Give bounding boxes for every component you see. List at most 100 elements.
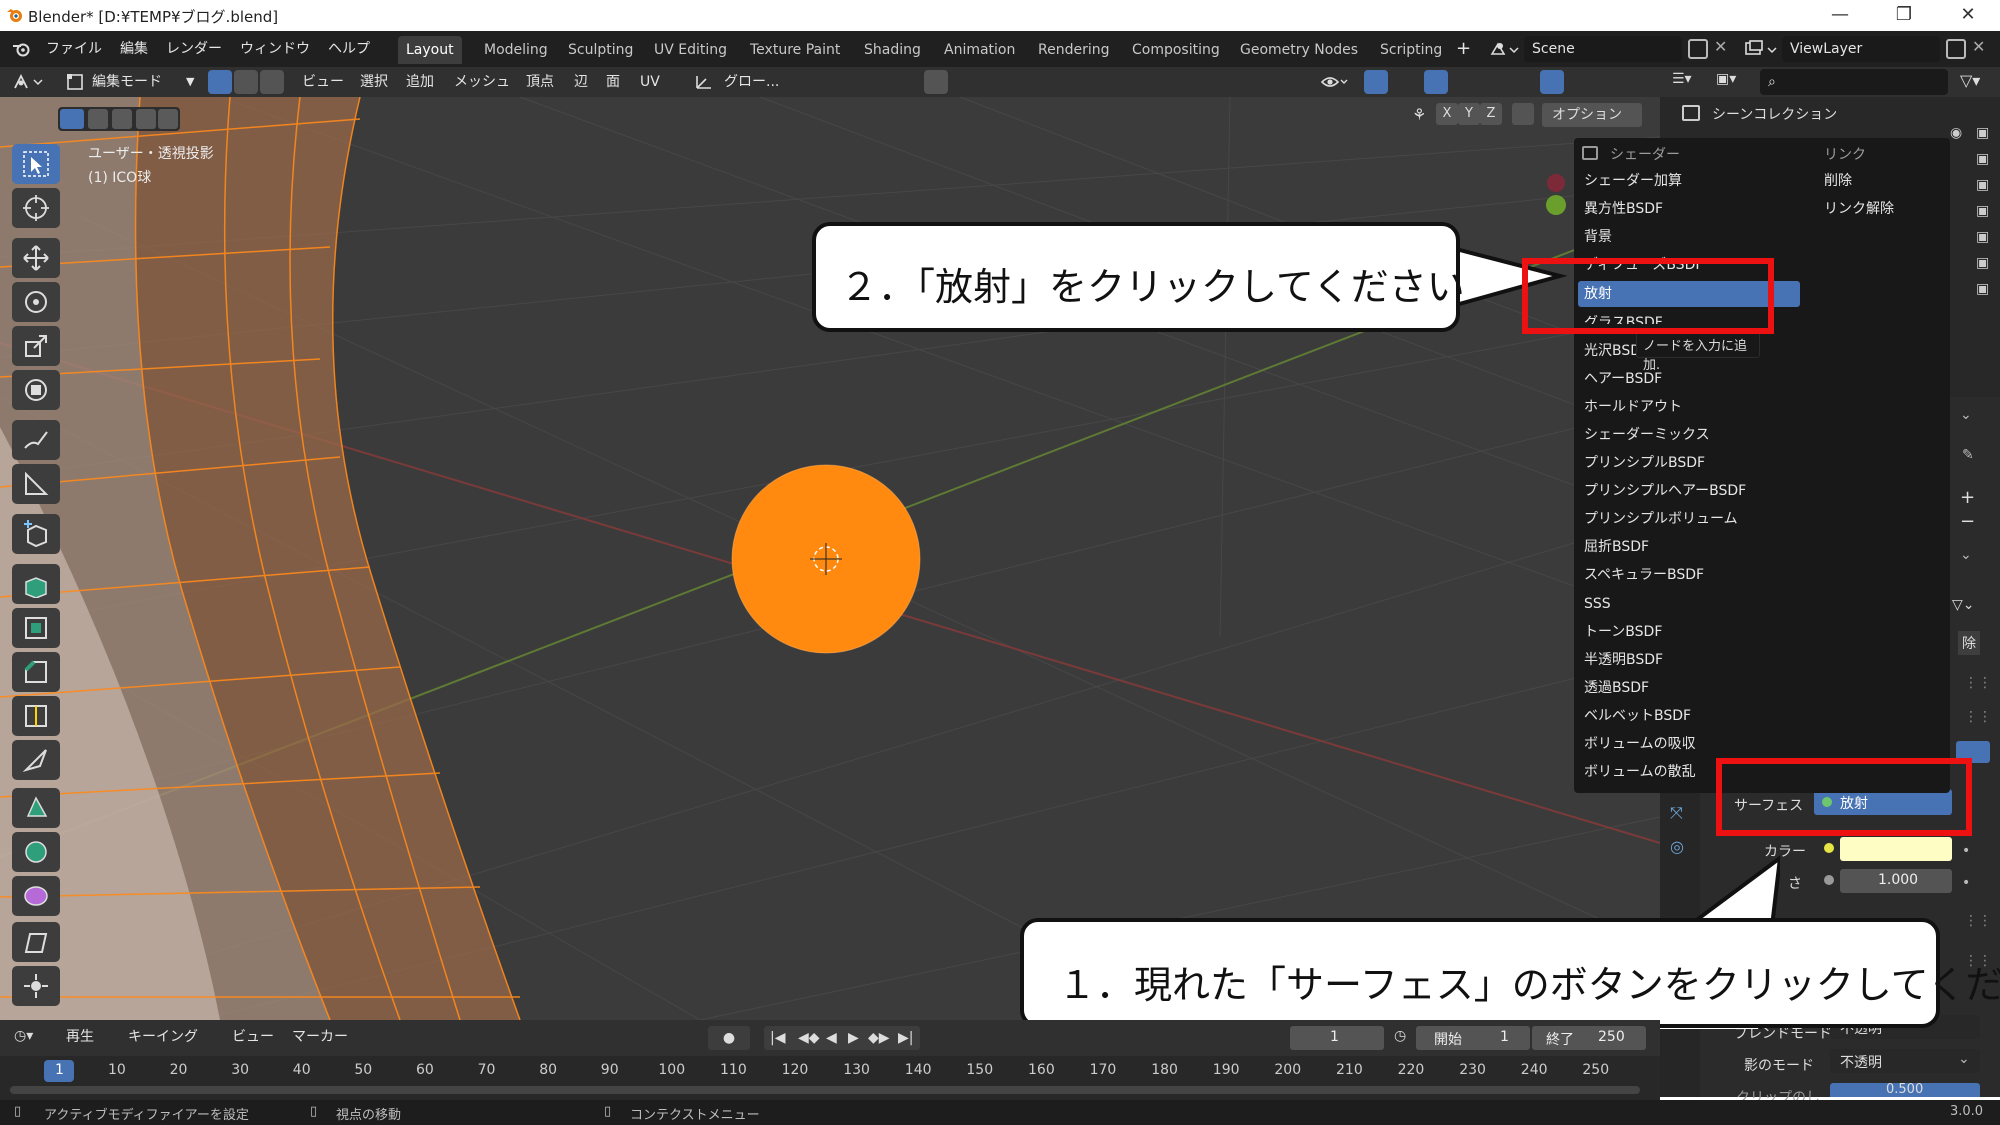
- grip-dots-icon[interactable]: ⋮⋮: [1964, 675, 1992, 691]
- face-select-button[interactable]: [260, 70, 284, 94]
- mirror-y-button[interactable]: Y: [1458, 103, 1480, 125]
- tab-layout[interactable]: Layout: [398, 36, 462, 64]
- render-camera-icon[interactable]: ▣: [1976, 203, 1989, 219]
- remove-slot-button[interactable]: −: [1960, 511, 1975, 532]
- current-frame-field[interactable]: 1: [1290, 1026, 1384, 1050]
- render-camera-icon[interactable]: ▣: [1976, 281, 1989, 297]
- restore-button[interactable]: ❐: [1876, 0, 1932, 31]
- jump-start-icon[interactable]: |◀: [770, 1026, 785, 1050]
- menu-help[interactable]: ヘルプ: [328, 31, 370, 67]
- tab-animation[interactable]: Animation: [936, 36, 1023, 64]
- grip-dots-icon[interactable]: ⋮⋮: [1964, 709, 1992, 725]
- header-menu-mesh[interactable]: メッシュ: [454, 67, 510, 97]
- smooth-tool[interactable]: [12, 876, 60, 916]
- timeline-menu-playback[interactable]: 再生: [66, 1022, 94, 1052]
- move-tool[interactable]: [12, 238, 60, 278]
- mirror-z-button[interactable]: Z: [1480, 103, 1502, 125]
- select-intersect-button[interactable]: [158, 109, 178, 129]
- add-cube-tool[interactable]: [12, 514, 60, 554]
- transform-orientation-dropdown[interactable]: グロー...: [724, 67, 779, 97]
- menu-item-anisotropic[interactable]: 異方性BSDF: [1584, 196, 1663, 222]
- end-frame-field[interactable]: 終了 250: [1532, 1026, 1646, 1050]
- bevel-tool[interactable]: [12, 652, 60, 692]
- outliner-editor-type-icon[interactable]: ☰▾: [1672, 71, 1706, 93]
- edge-select-button[interactable]: [234, 70, 258, 94]
- start-frame-field[interactable]: 開始 1: [1416, 1026, 1530, 1050]
- tab-scripting[interactable]: Scripting: [1372, 36, 1450, 64]
- extrude-tool[interactable]: [12, 564, 60, 604]
- topology-mirror-icon[interactable]: [1512, 103, 1534, 125]
- color-swatch[interactable]: [1840, 837, 1952, 861]
- menu-item-translucent[interactable]: 半透明BSDF: [1584, 647, 1663, 673]
- header-menu-uv[interactable]: UV: [640, 67, 660, 97]
- play-icon[interactable]: ▶: [848, 1026, 859, 1050]
- particles-tab-icon[interactable]: ⤧: [1670, 803, 1683, 823]
- header-menu-select[interactable]: 選択: [360, 67, 388, 97]
- shading-rendered-icon[interactable]: [1592, 70, 1616, 94]
- scene-icon[interactable]: [1490, 40, 1520, 58]
- menu-item-remove[interactable]: 削除: [1824, 168, 1852, 194]
- timeline-menu-marker[interactable]: マーカー: [292, 1022, 348, 1052]
- shadow-mode-dropdown[interactable]: 不透明 ⌄: [1830, 1049, 1980, 1073]
- tab-texture-paint[interactable]: Texture Paint: [742, 36, 848, 64]
- menu-item-toon[interactable]: トーンBSDF: [1584, 619, 1662, 645]
- menu-edit[interactable]: 編集: [120, 31, 148, 67]
- knife-tool[interactable]: [12, 740, 60, 780]
- shear-tool[interactable]: [12, 922, 60, 962]
- prev-keyframe-icon[interactable]: ◀◆: [798, 1026, 820, 1050]
- timeline-menu-view[interactable]: ビュー: [232, 1022, 274, 1052]
- menu-item-principled-hair[interactable]: プリンシプルヘアーBSDF: [1584, 478, 1746, 504]
- chevron-down-icon[interactable]: ⌄: [1960, 407, 1972, 423]
- navigation-gizmo[interactable]: [1534, 171, 1574, 227]
- loop-cut-tool[interactable]: [12, 696, 60, 736]
- spin-tool[interactable]: [12, 832, 60, 872]
- cursor-tool[interactable]: [12, 188, 60, 228]
- menu-item-disconnect[interactable]: リンク解除: [1824, 196, 1894, 222]
- menu-item-hair[interactable]: ヘアーBSDF: [1584, 366, 1662, 392]
- add-slot-button[interactable]: +: [1960, 487, 1975, 508]
- menu-item-background[interactable]: 背景: [1584, 224, 1612, 250]
- outliner-search-input[interactable]: ⌕: [1760, 69, 1948, 95]
- scene-field[interactable]: Scene: [1524, 36, 1682, 62]
- menu-render[interactable]: レンダー: [166, 31, 222, 67]
- menu-window[interactable]: ウィンドウ: [240, 31, 310, 67]
- hide-eye-icon[interactable]: ◉: [1950, 125, 1962, 141]
- shrink-fatten-tool[interactable]: [12, 966, 60, 1006]
- chevron-down-icon[interactable]: ⌄: [1960, 547, 1972, 563]
- scale-tool[interactable]: [12, 326, 60, 366]
- gizmo-toggle-button[interactable]: [1364, 70, 1388, 94]
- menu-item-principled[interactable]: プリンシプルBSDF: [1584, 450, 1705, 476]
- menu-item-refraction[interactable]: 屈折BSDF: [1584, 534, 1649, 560]
- clip-threshold-slider[interactable]: 0.500: [1830, 1083, 1980, 1097]
- play-reverse-icon[interactable]: ◀: [826, 1026, 837, 1050]
- tab-modeling[interactable]: Modeling: [476, 36, 556, 64]
- snap-target-icon[interactable]: [888, 70, 912, 94]
- render-camera-icon[interactable]: ▣: [1976, 255, 1989, 271]
- delete-scene-icon[interactable]: ✕: [1714, 37, 1727, 56]
- blender-menu-icon[interactable]: [12, 41, 32, 57]
- menu-item-holdout[interactable]: ホールドアウト: [1584, 394, 1682, 420]
- menu-file[interactable]: ファイル: [46, 31, 102, 67]
- header-menu-add[interactable]: 追加: [406, 67, 434, 97]
- timeline-editor-icon[interactable]: ◷▾: [14, 1028, 33, 1044]
- inset-tool[interactable]: [12, 608, 60, 648]
- tab-rendering[interactable]: Rendering: [1030, 36, 1118, 64]
- record-button[interactable]: ●: [708, 1026, 750, 1050]
- falloff-icon[interactable]: [952, 70, 976, 94]
- tab-compositing[interactable]: Compositing: [1124, 36, 1228, 64]
- view-layer-field[interactable]: ViewLayer: [1782, 36, 1940, 62]
- header-menu-edge[interactable]: 辺: [574, 67, 588, 97]
- menu-item-sss[interactable]: SSS: [1584, 591, 1611, 617]
- new-view-layer-icon[interactable]: [1946, 39, 1966, 59]
- measure-tool[interactable]: [12, 464, 60, 504]
- timeline-menu-keying[interactable]: キーイング: [128, 1022, 198, 1052]
- shading-wireframe-icon[interactable]: [1514, 70, 1538, 94]
- xray-toggle-icon[interactable]: [1482, 70, 1506, 94]
- jump-end-icon[interactable]: ▶|: [898, 1026, 913, 1050]
- menu-item-mix-shader[interactable]: シェーダーミックス: [1584, 422, 1710, 448]
- remove-button[interactable]: 除: [1958, 631, 1980, 655]
- options-dropdown[interactable]: オプション: [1542, 103, 1642, 127]
- visibility-eye-icon[interactable]: [1320, 73, 1350, 91]
- minimize-button[interactable]: —: [1812, 0, 1868, 31]
- menu-item-volume-scatter[interactable]: ボリュームの散乱: [1584, 759, 1696, 785]
